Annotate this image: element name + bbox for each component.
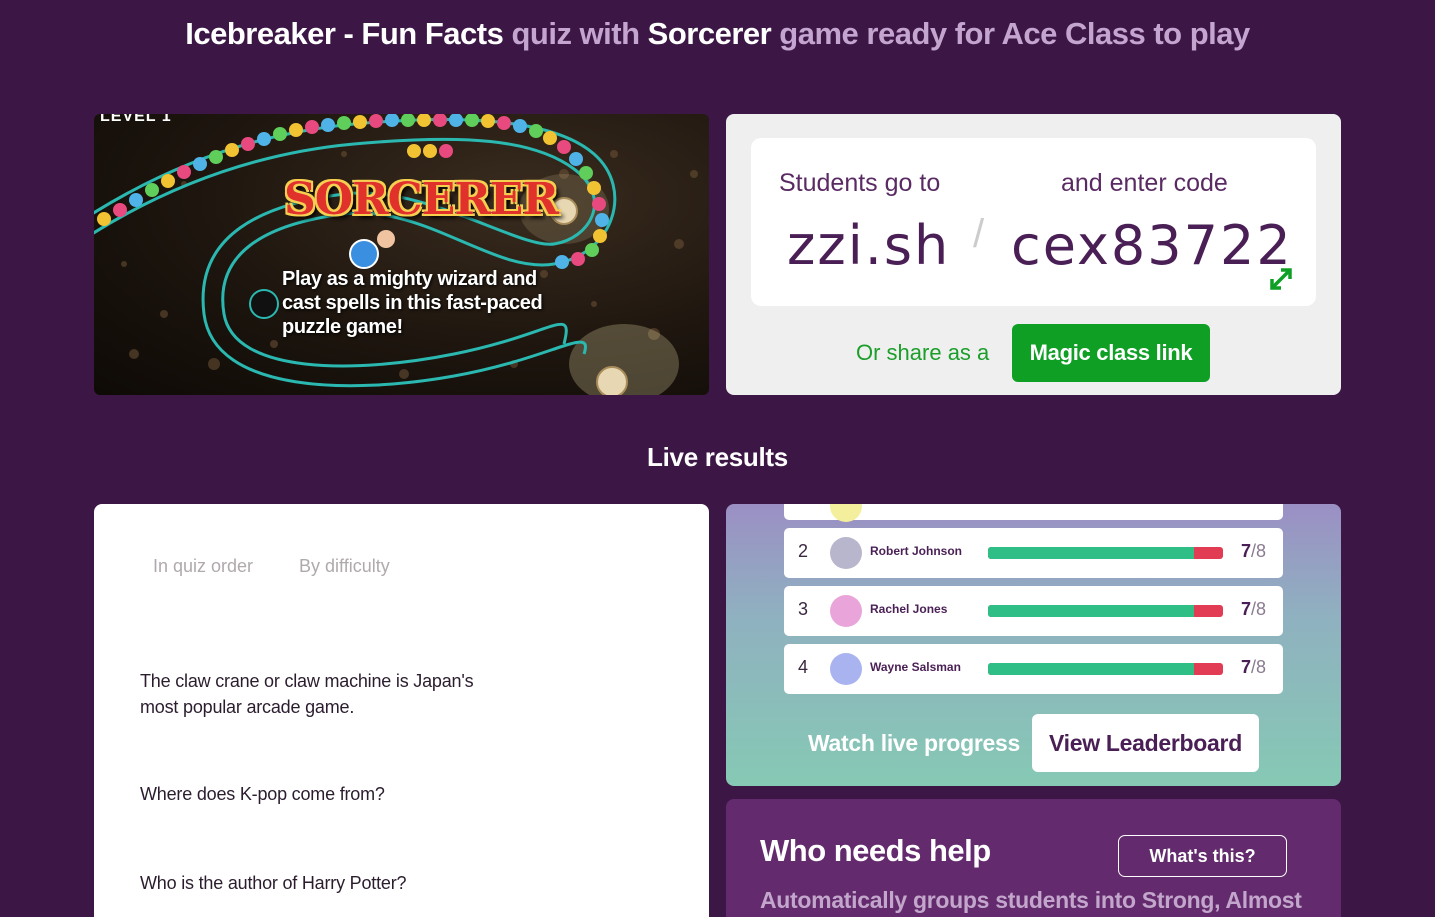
- score-total: /8: [1251, 599, 1267, 619]
- game-name: Sorcerer: [647, 16, 772, 51]
- score: 7/8: [1241, 541, 1266, 562]
- sorcerer-logo: SORCERER: [284, 174, 559, 225]
- progress-bar: [988, 663, 1223, 675]
- score: 7/8: [1241, 657, 1266, 678]
- rank: 2: [798, 541, 809, 561]
- whats-this-button[interactable]: What's this?: [1118, 835, 1287, 877]
- rank: 4: [798, 657, 809, 677]
- level-label: LEVEL 1: [100, 114, 172, 125]
- tab-by-difficulty[interactable]: By difficulty: [299, 556, 390, 577]
- view-leaderboard-button[interactable]: View Leaderboard: [1032, 714, 1259, 772]
- page-title: Icebreaker - Fun Facts quiz with Sorcere…: [0, 16, 1435, 52]
- leaderboard-panel: 2 Robert Johnson 7/8 3 Rachel Jones 7/8 …: [726, 504, 1341, 786]
- questions-panel: In quiz order By difficulty The claw cra…: [94, 504, 709, 917]
- leaderboard-row-partial: [784, 504, 1283, 522]
- progress-bar: [988, 547, 1223, 559]
- score-value: 7: [1241, 541, 1252, 561]
- question-item[interactable]: Where does K-pop come from?: [140, 781, 500, 807]
- avatar: [830, 537, 862, 569]
- progress-fill: [988, 547, 1194, 559]
- quiz-name: Icebreaker - Fun Facts: [185, 16, 504, 51]
- join-code-box: Students go to and enter code zzi.sh / c…: [751, 138, 1316, 306]
- score-value: 7: [1241, 657, 1252, 677]
- separator: /: [973, 212, 985, 256]
- score-total: /8: [1251, 657, 1267, 677]
- join-site: zzi.sh: [787, 214, 951, 277]
- score-value: 7: [1241, 599, 1252, 619]
- question-item[interactable]: The claw crane or claw machine is Japan'…: [140, 668, 500, 720]
- game-track-art: [94, 114, 698, 395]
- question-item[interactable]: Who is the author of Harry Potter?: [140, 870, 500, 896]
- progress-fill: [988, 605, 1194, 617]
- student-name: Wayne Salsman: [870, 660, 961, 674]
- progress-fill: [988, 663, 1194, 675]
- expand-arrows-icon[interactable]: [1266, 264, 1296, 294]
- game-description: Play as a mighty wizard and cast spells …: [282, 268, 543, 338]
- avatar: [830, 653, 862, 685]
- leaderboard-row[interactable]: 2 Robert Johnson 7/8: [784, 528, 1283, 578]
- rank: 3: [798, 599, 809, 619]
- go-to-label: Students go to: [779, 169, 941, 197]
- title-text-1: quiz with: [503, 16, 648, 51]
- who-needs-help-panel: Who needs help What's this? Automaticall…: [726, 799, 1341, 917]
- enter-code-label: and enter code: [1061, 169, 1228, 197]
- progress-bar: [988, 605, 1223, 617]
- watch-live-progress-link[interactable]: Watch live progress: [808, 730, 1020, 757]
- leaderboard-row[interactable]: 3 Rachel Jones 7/8: [784, 586, 1283, 636]
- avatar: [830, 504, 862, 522]
- share-label: Or share as a: [856, 340, 990, 365]
- join-code: cex83722: [1011, 214, 1293, 277]
- leaderboard-row[interactable]: 4 Wayne Salsman 7/8: [784, 644, 1283, 694]
- magic-class-link-button[interactable]: Magic class link: [1012, 324, 1210, 382]
- tab-quiz-order[interactable]: In quiz order: [153, 556, 253, 577]
- live-results-heading: Live results: [647, 442, 788, 472]
- student-name: Rachel Jones: [870, 602, 948, 616]
- help-title: Who needs help: [760, 833, 991, 868]
- avatar: [830, 595, 862, 627]
- game-preview-card[interactable]: LEVEL 1 SORCERER Play as a mighty wizard…: [94, 114, 709, 395]
- score-total: /8: [1251, 541, 1267, 561]
- title-text-2: game ready for Ace Class to play: [771, 16, 1250, 51]
- join-panel: Students go to and enter code zzi.sh / c…: [726, 114, 1341, 395]
- help-description: Automatically groups students into Stron…: [760, 887, 1302, 913]
- student-name: Robert Johnson: [870, 544, 962, 558]
- score: 7/8: [1241, 599, 1266, 620]
